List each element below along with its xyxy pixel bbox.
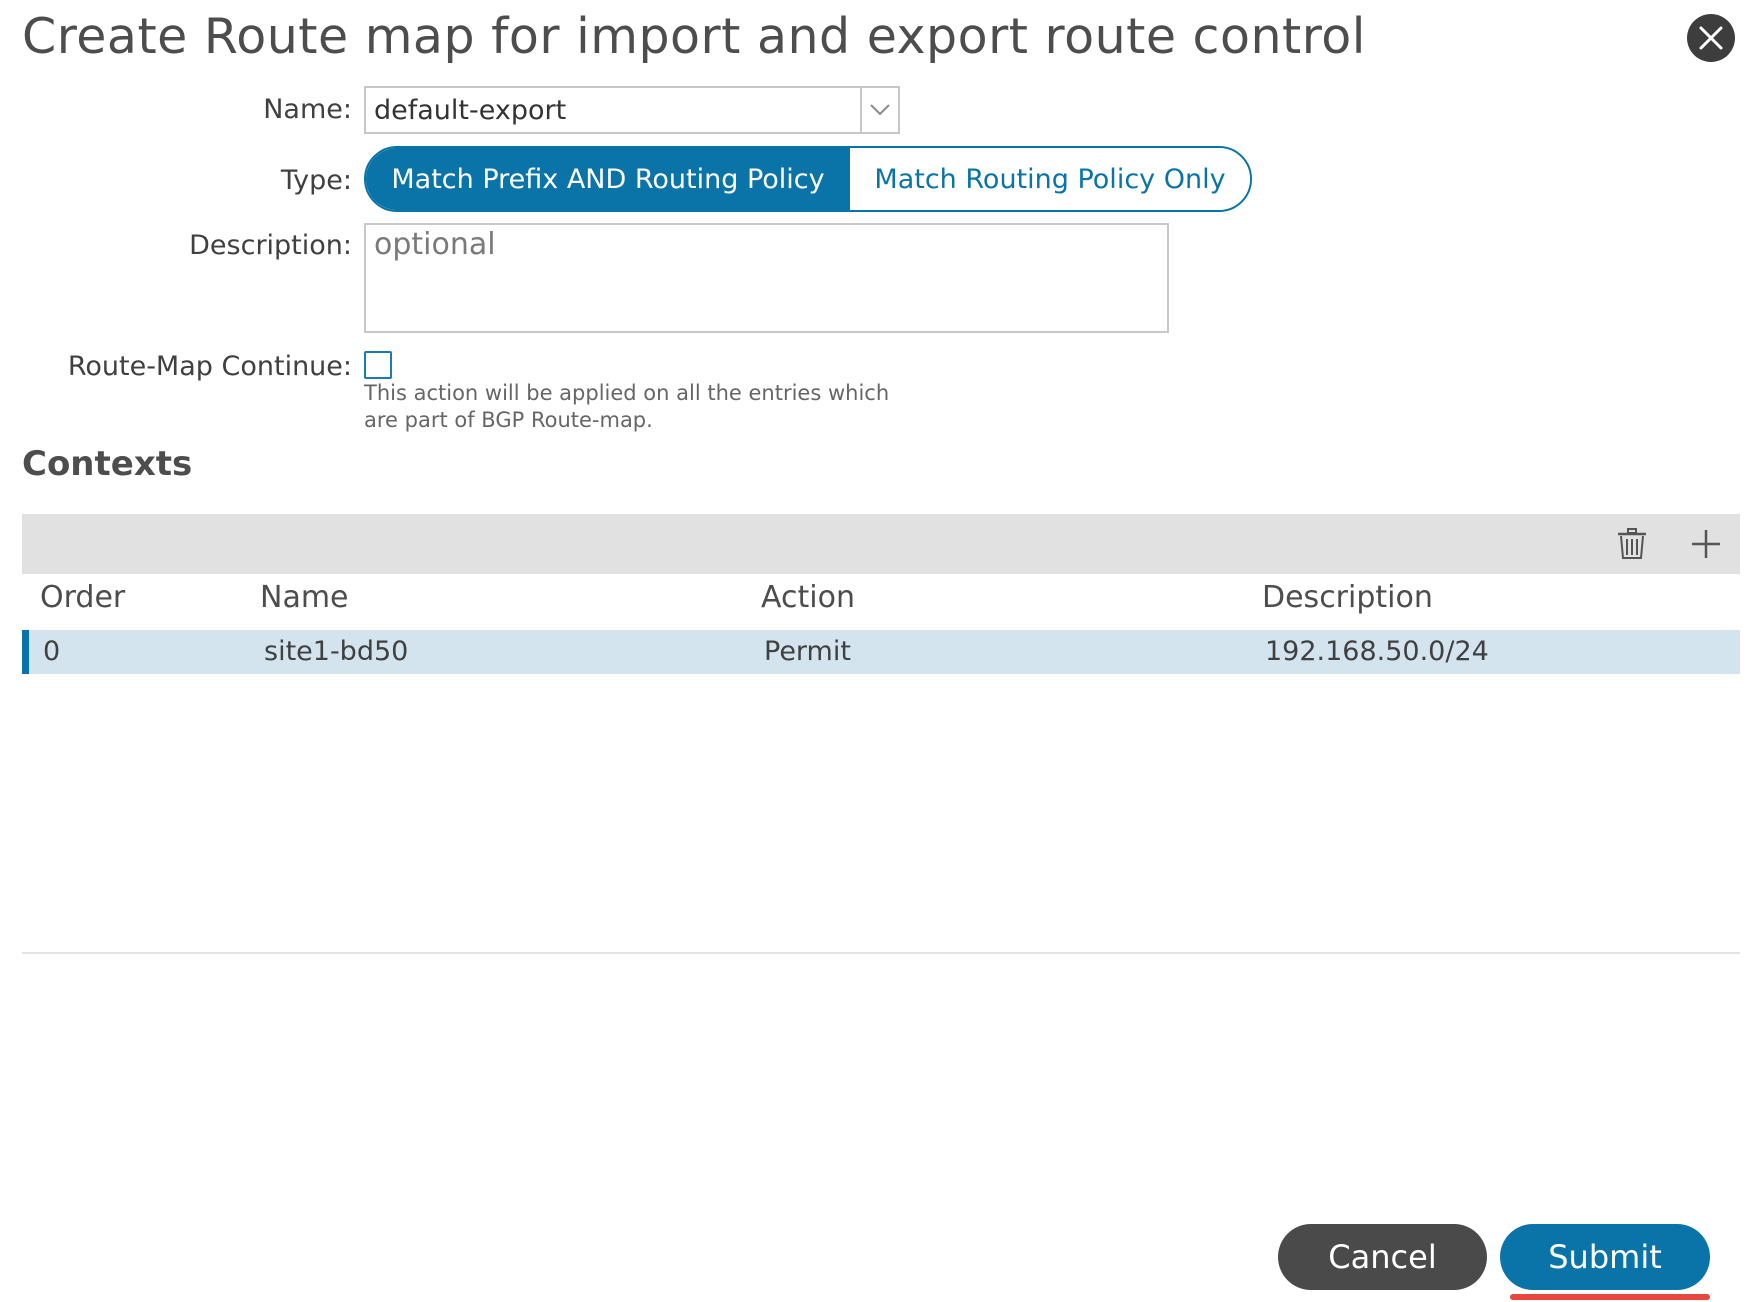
- submit-button[interactable]: Submit: [1500, 1224, 1710, 1290]
- column-header-order[interactable]: Order: [40, 580, 125, 615]
- close-button[interactable]: [1687, 14, 1735, 62]
- help-text-line-1: This action will be applied on all the e…: [364, 381, 890, 405]
- route-map-continue-checkbox[interactable]: [364, 351, 392, 379]
- plus-icon: [1692, 530, 1720, 558]
- dialog-title: Create Route map for import and export r…: [22, 8, 1366, 65]
- help-text-line-2: are part of BGP Route-map.: [364, 408, 653, 432]
- add-button[interactable]: [1688, 526, 1724, 562]
- cell-name: site1-bd50: [264, 636, 409, 667]
- contexts-toolbar: [22, 514, 1740, 574]
- trash-icon: [1618, 528, 1646, 559]
- column-header-description[interactable]: Description: [1262, 580, 1433, 615]
- name-dropdown-toggle[interactable]: [860, 88, 898, 132]
- type-label: Type:: [280, 165, 352, 196]
- close-icon: [1699, 26, 1723, 50]
- type-toggle: Match Prefix AND Routing Policy Match Ro…: [364, 146, 1252, 212]
- type-option-match-routing-policy-only[interactable]: Match Routing Policy Only: [850, 148, 1250, 210]
- cell-action: Permit: [764, 636, 851, 667]
- cell-description: 192.168.50.0/24: [1265, 636, 1489, 667]
- name-label: Name:: [263, 94, 352, 125]
- column-header-name[interactable]: Name: [260, 580, 349, 615]
- type-option-match-prefix-and-routing-policy[interactable]: Match Prefix AND Routing Policy: [366, 148, 850, 210]
- contexts-table-header: Order Name Action Description: [22, 580, 1740, 626]
- column-header-action[interactable]: Action: [761, 580, 855, 615]
- submit-highlight-underline: [1510, 1294, 1710, 1300]
- description-input[interactable]: [364, 223, 1169, 333]
- name-select-value: default-export: [374, 94, 567, 126]
- description-label: Description:: [189, 230, 352, 261]
- chevron-down-icon: [870, 104, 890, 116]
- route-map-continue-label: Route-Map Continue:: [67, 351, 352, 382]
- table-row[interactable]: 0 site1-bd50 Permit 192.168.50.0/24: [22, 630, 1740, 674]
- delete-button[interactable]: [1614, 526, 1650, 562]
- name-select[interactable]: default-export: [364, 86, 900, 134]
- contexts-heading: Contexts: [22, 444, 193, 484]
- cancel-button[interactable]: Cancel: [1278, 1224, 1487, 1290]
- route-map-continue-help: This action will be applied on all the e…: [364, 380, 924, 434]
- row-selected-indicator: [22, 630, 29, 674]
- table-bottom-divider: [22, 952, 1740, 954]
- cell-order: 0: [43, 636, 61, 667]
